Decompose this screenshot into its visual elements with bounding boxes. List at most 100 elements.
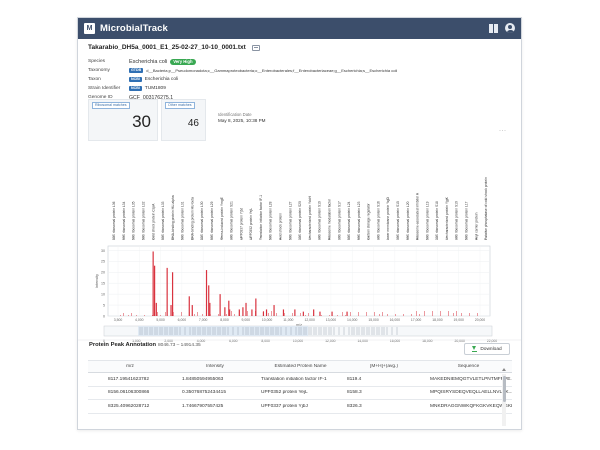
table-scrollbar[interactable] [502, 368, 506, 426]
spectrum-noise-peak [131, 313, 132, 316]
peak-annotation-label: Carbon storage regulator [367, 202, 371, 240]
peak-annotation-label: Putative phosphatase of cold shock prote… [484, 177, 488, 240]
peak-annotation-label: Ribosome modulation factor [327, 198, 331, 240]
spectrum-peak [346, 311, 348, 316]
x-tick-label: 16,000 [390, 318, 400, 322]
spectrum-noise-peak [226, 314, 227, 316]
column-header[interactable]: [M+H]+(avg.) [343, 364, 425, 369]
spectrum-noise-peak [144, 315, 145, 316]
x-tick-label: 12,000 [304, 318, 314, 322]
column-header[interactable]: Sequence [425, 364, 512, 369]
column-header[interactable]: Intensity [172, 364, 258, 369]
peak-annotation-label: 50S ribosomal protein L31 [181, 201, 185, 240]
x-tick-label: 8,000 [220, 318, 229, 322]
spectrum-peak [154, 265, 156, 316]
spectrum-noise-peak [358, 312, 359, 316]
table-cell: 8119.4 [347, 376, 362, 382]
peak-annotation-label: 30S ribosomal protein S18 [435, 201, 439, 240]
peak-annotation-label: 30S ribosomal protein S10 [455, 201, 459, 240]
peak-annotation-label: Acid shock protein [279, 213, 283, 240]
x-tick-label: 17,000 [411, 318, 421, 322]
mass-spectrum-chart: 0 5 10 15 20 25 30 3,500 4,000 5,000 6,000 7,000 8,0… [78, 177, 521, 343]
table-cell: 8156.06106300866 [108, 390, 150, 396]
x-tick-label: 18,000 [432, 318, 442, 322]
peak-annotation-label: DNA-binding protein HU-alpha [171, 195, 175, 240]
spectrum-peak [208, 285, 210, 316]
peak-annotation-label: 50S ribosomal protein L36 [112, 201, 116, 240]
table-cell: MNKDRAGGNWKQFKGKVKEQWGKL... [430, 403, 512, 409]
spectrum-noise-peak [136, 315, 137, 316]
peak-annotation-label: 50S ribosomal protein L27 [288, 201, 292, 240]
spectrum-peak [294, 309, 296, 316]
peak-annotation-label: Translation initiation factor IF-1 [259, 195, 263, 240]
spectrum-noise-peak [395, 314, 396, 316]
peak-annotation-label: 50S ribosomal protein L30 [200, 201, 204, 240]
x-tick-label: 14,000 [347, 318, 357, 322]
spectrum-peak [170, 305, 172, 316]
spectrum-noise-peak [387, 314, 388, 316]
x-tick-label: 5,000 [156, 318, 165, 322]
spectrum-noise-peak [329, 315, 330, 316]
peak-annotation-label: 50S ribosomal protein L33 [161, 201, 165, 240]
column-header[interactable]: Estimated Protein Name [258, 364, 343, 369]
table-row[interactable]: 8156.06106300866 0.350768752434415 UPF03… [88, 387, 512, 400]
scroll-up-icon[interactable] [502, 368, 506, 371]
spectrum-noise-peak [345, 315, 346, 316]
spectrum-peak [319, 311, 321, 316]
spectrum-noise-peak [337, 315, 338, 316]
spectrum-noise-peak [419, 314, 420, 316]
spectrum-noise-peak [271, 311, 272, 316]
x-tick-label: 20,000 [475, 318, 485, 322]
overview-tick-label: 20,000 [454, 339, 464, 343]
spectrum-peak [251, 309, 253, 316]
spectrum-noise-peak [292, 313, 293, 316]
spectrum-noise-peak [247, 311, 248, 316]
spectrum-peak [152, 251, 154, 316]
y-tick-label: 30 [101, 249, 105, 253]
table-row[interactable]: 8325.40962028712 1.74667907557425 UPF033… [88, 400, 512, 414]
scrollbar-thumb[interactable] [502, 376, 506, 402]
peak-annotation-label: 50S ribosomal protein L34 [122, 201, 126, 240]
column-header[interactable]: m/z [88, 364, 172, 369]
table-cell: UPF0352 protein YejL [261, 390, 308, 396]
y-axis-label: Intensity [95, 274, 99, 288]
spectrum-noise-peak [239, 311, 240, 316]
spectrum-noise-peak [268, 313, 269, 316]
peak-annotation-label: Inner membrane protein YqjD [386, 196, 390, 240]
spectrum-noise-peak [263, 311, 264, 316]
peak-annotation-label: 50S ribosomal protein L24 [347, 201, 351, 240]
spectrum-noise-peak [411, 314, 412, 316]
y-tick-label: 20 [101, 271, 105, 275]
download-button[interactable]: Download [464, 343, 510, 355]
spectrum-noise-peak [477, 313, 478, 316]
spectrum-noise-peak [197, 312, 198, 316]
peak-annotation-label: UPF0337 protein YjbJ [239, 207, 243, 240]
peak-annotation-label: DNA-binding protein HU-beta [190, 197, 194, 240]
table-cell: 8326.3 [347, 403, 362, 409]
spectrum-noise-peak [160, 315, 161, 316]
annotation-table: m/z Intensity Estimated Protein Name [M+… [88, 360, 512, 414]
spectrum-peak [265, 309, 268, 316]
overview-tick-label: 18,000 [422, 339, 432, 343]
overview-tick-label: 12,000 [325, 339, 335, 343]
spectrum-peak [245, 302, 247, 316]
y-tick-label: 5 [103, 303, 105, 307]
spectrum-noise-peak [424, 311, 425, 316]
table-cell: 8117.19541623782 [108, 376, 149, 382]
table-header: m/z Intensity Estimated Protein Name [M+… [88, 360, 512, 373]
table-cell: MPQISRYSDEQVEQLLAELLNVLEK... [430, 390, 512, 396]
x-tick-label: 7,000 [199, 318, 208, 322]
peak-annotation-label: 50S ribosomal protein L28 [269, 201, 273, 240]
peak-annotation-label: 50S ribosomal protein L23 [357, 201, 361, 240]
overview-tick-label: 6,000 [229, 339, 238, 343]
table-cell: 8325.40962028712 [108, 403, 150, 409]
table-cell: MAKEDNIEMQGTVLETLPNTMFRVE... [430, 376, 512, 382]
overview-tick-label: 8,000 [261, 339, 270, 343]
spectrum-noise-peak [284, 313, 285, 316]
x-tick-label: 13,000 [326, 318, 336, 322]
spectrum-noise-peak [300, 313, 301, 316]
spectrum-noise-peak [120, 315, 121, 316]
spectrum-noise-peak [128, 315, 129, 316]
x-tick-label: 4,000 [135, 318, 144, 322]
table-row[interactable]: 8117.19541623782 1.84850594955063 Transl… [88, 373, 512, 387]
